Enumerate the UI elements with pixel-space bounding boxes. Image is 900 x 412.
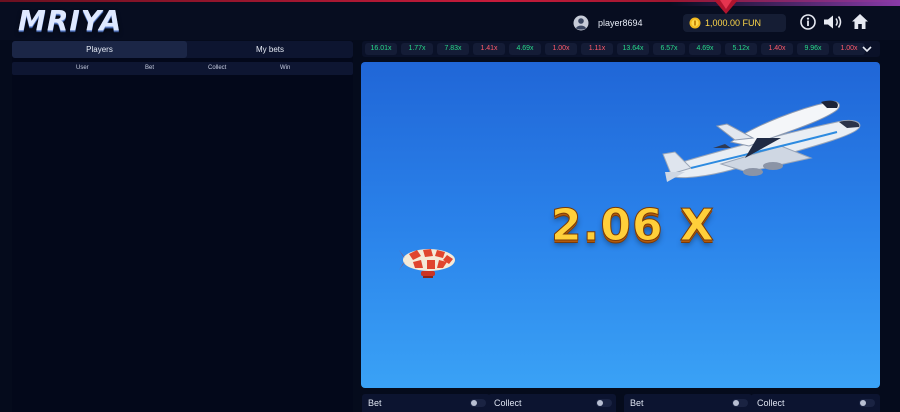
history-multiplier-chip: 1.11x xyxy=(581,43,613,55)
history-multiplier-chip: 1.00x xyxy=(833,43,865,55)
history-multiplier-chip: 1.41x xyxy=(473,43,505,55)
column-user: User xyxy=(76,65,89,71)
history-multiplier-chip: 9.96x xyxy=(797,43,829,55)
top-glow xyxy=(670,0,900,6)
bet-toggle[interactable] xyxy=(732,399,748,407)
bet-label: Bet xyxy=(630,398,644,408)
game-area: 2.06 X xyxy=(361,62,880,388)
home-icon[interactable] xyxy=(851,13,869,30)
history-multiplier-chip: 4.69x xyxy=(509,43,541,55)
players-panel: Players My bets User Bet Collect Win xyxy=(12,41,353,412)
history-multiplier-chip: 6.57x xyxy=(653,43,685,55)
user-avatar-icon[interactable] xyxy=(573,15,589,31)
airplane-with-shuttle-icon xyxy=(662,100,861,182)
players-table-header: User Bet Collect Win xyxy=(12,62,353,75)
bet-panel-1-collect: Collect xyxy=(488,394,616,412)
username: player8694 xyxy=(598,18,643,28)
balance-box: 1,000.00 FUN xyxy=(683,14,786,32)
top-bar: MRIYA player8694 1,000.00 FUN xyxy=(0,0,900,40)
column-bet: Bet xyxy=(145,65,155,71)
bet-toggle[interactable] xyxy=(470,399,486,407)
sound-icon[interactable] xyxy=(823,14,843,30)
bet-label: Bet xyxy=(368,398,382,408)
tab-players[interactable]: Players xyxy=(12,41,187,58)
current-multiplier: 2.06 X xyxy=(551,200,715,252)
collect-toggle[interactable] xyxy=(596,399,612,407)
collect-label: Collect xyxy=(494,398,522,408)
column-collect: Collect xyxy=(208,65,227,71)
tab-my-bets[interactable]: My bets xyxy=(187,41,353,58)
chevron-down-icon[interactable] xyxy=(862,46,872,52)
bet-panel-1-bet: Bet xyxy=(362,394,490,412)
game-logo: MRIYA xyxy=(18,4,123,37)
history-multiplier-chip: 1.40x xyxy=(761,43,793,55)
column-win: Win xyxy=(280,65,291,71)
bet-panel-2-collect: Collect xyxy=(751,394,880,412)
coin-icon xyxy=(689,17,701,29)
history-multiplier-chip: 1.00x xyxy=(545,43,577,55)
balance-amount: 1,000.00 FUN xyxy=(705,18,762,28)
history-multiplier-chip: 5.12x xyxy=(725,43,757,55)
history-multiplier-chip: 1.77x xyxy=(401,43,433,55)
collect-label: Collect xyxy=(757,398,785,408)
panel-tabs: Players My bets xyxy=(12,41,353,58)
collect-toggle[interactable] xyxy=(859,399,875,407)
info-icon[interactable] xyxy=(800,14,816,30)
multiplier-history: 16.01x 1.77x 7.83x 1.41x 4.69x 1.00x 1.11x 13.6… xyxy=(362,41,880,57)
history-multiplier-chip: 16.01x xyxy=(365,43,397,55)
history-multiplier-chip: 7.83x xyxy=(437,43,469,55)
blimp-icon xyxy=(399,249,455,278)
bet-panel-2-bet: Bet xyxy=(624,394,752,412)
history-multiplier-chip: 4.69x xyxy=(689,43,721,55)
history-multiplier-chip: 13.64x xyxy=(617,43,649,55)
